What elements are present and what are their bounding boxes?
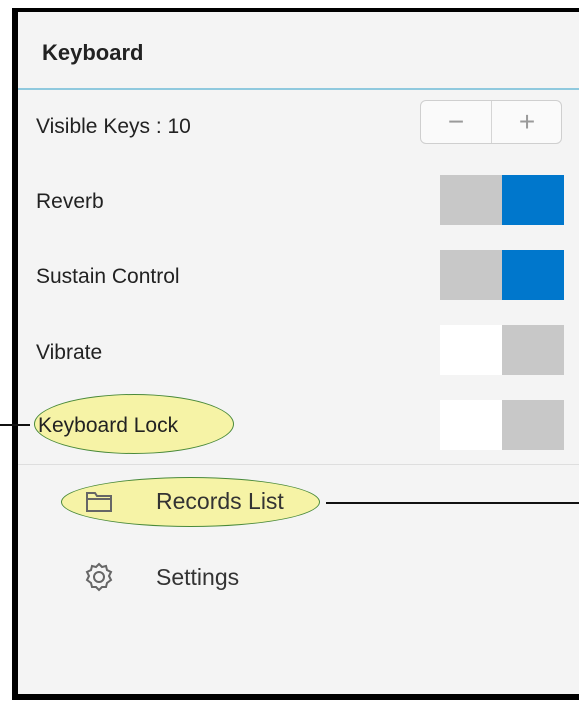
settings-item[interactable]: Settings xyxy=(84,562,239,592)
panel-title: Keyboard xyxy=(42,40,144,65)
toggle-thumb xyxy=(502,250,564,300)
reverb-label: Reverb xyxy=(36,190,104,213)
keyboard-lock-callout-line xyxy=(0,424,30,426)
vibrate-label: Vibrate xyxy=(36,341,103,364)
settings-label: Settings xyxy=(156,563,240,590)
toggle-thumb xyxy=(440,325,502,375)
toggle-track xyxy=(440,250,502,300)
folder-icon xyxy=(84,486,114,516)
keyboard-lock-toggle[interactable] xyxy=(440,400,564,450)
keyboard-lock-label: Keyboard Lock xyxy=(38,414,179,437)
toggle-thumb xyxy=(502,175,564,225)
sustain-control-toggle[interactable] xyxy=(440,250,564,300)
keyboard-settings-panel: Keyboard Visible Keys : 10 − + Reverb Su… xyxy=(12,8,579,700)
records-list-label: Records List xyxy=(156,487,284,514)
toggle-thumb xyxy=(440,400,502,450)
toggle-track xyxy=(502,325,564,375)
reverb-toggle[interactable] xyxy=(440,175,564,225)
vibrate-toggle[interactable] xyxy=(440,325,564,375)
decrease-keys-button[interactable]: − xyxy=(421,101,491,143)
section-divider xyxy=(18,464,579,465)
records-list-item[interactable]: Records List xyxy=(84,486,284,516)
sustain-control-label: Sustain Control xyxy=(36,265,180,288)
visible-keys-label: Visible Keys : 10 xyxy=(36,115,191,138)
records-list-callout-line xyxy=(326,502,579,504)
visible-keys-stepper: − + xyxy=(420,100,562,144)
toggle-track xyxy=(440,175,502,225)
increase-keys-button[interactable]: + xyxy=(491,101,562,143)
title-divider xyxy=(18,88,579,90)
toggle-track xyxy=(502,400,564,450)
gear-icon xyxy=(84,562,114,592)
